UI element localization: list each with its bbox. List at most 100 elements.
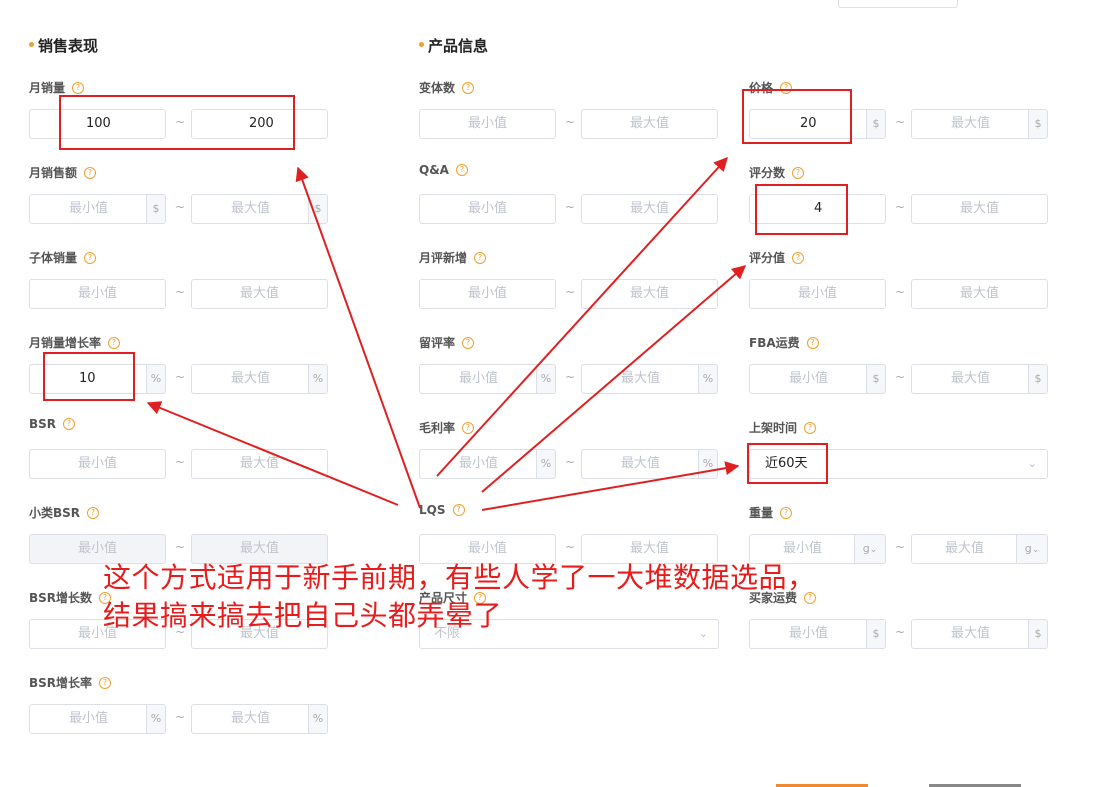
range-tilde: ~: [895, 200, 906, 214]
help-icon[interactable]: ?: [804, 421, 817, 434]
help-icon[interactable]: ?: [452, 503, 465, 516]
qa-min-input[interactable]: 最小值: [419, 194, 556, 224]
dollar-unit: $: [866, 620, 885, 648]
price-max-input[interactable]: 最大值 $: [911, 109, 1048, 139]
rating-count-max-input[interactable]: 最大值: [911, 194, 1048, 224]
label-fba-fee: FBA运费?: [749, 334, 819, 351]
label-listing-time: 上架时间?: [749, 419, 817, 436]
fba-fee-max-input[interactable]: 最大值 $: [911, 364, 1048, 394]
help-icon[interactable]: ?: [806, 336, 819, 349]
percent-unit: %: [698, 365, 717, 393]
help-icon[interactable]: ?: [780, 506, 793, 519]
review-retention-min-input[interactable]: 最小值%: [419, 364, 556, 394]
help-icon[interactable]: ?: [462, 81, 475, 94]
label-text: 子体销量: [29, 251, 78, 265]
placeholder: 最大值: [944, 541, 984, 556]
label-text: 月销量增长率: [29, 336, 102, 350]
percent-unit: %: [146, 365, 165, 393]
percent-unit: %: [308, 705, 327, 733]
label-rating-value: 评分值?: [749, 249, 805, 266]
help-icon[interactable]: ?: [72, 81, 85, 94]
label-text: 月评新增: [419, 251, 468, 265]
help-icon[interactable]: ?: [792, 166, 805, 179]
gram-unit: g: [1024, 542, 1032, 555]
review-retention-max-input[interactable]: 最大值%: [581, 364, 718, 394]
help-icon[interactable]: ?: [462, 421, 475, 434]
label-text: 重量: [749, 506, 774, 520]
label-text: 月销量: [29, 81, 66, 95]
highlight-box-rating-count: [755, 184, 848, 235]
help-icon[interactable]: ?: [108, 336, 121, 349]
help-icon[interactable]: ?: [87, 506, 100, 519]
weight-unit-select[interactable]: g⌄: [854, 535, 885, 563]
range-tilde: ~: [895, 625, 906, 639]
label-review-retention: 留评率?: [419, 334, 475, 351]
help-icon[interactable]: ?: [474, 251, 487, 264]
annotation-text-line1: 这个方式适用于新手前期，有些人学了一大堆数据选品，: [103, 561, 816, 594]
dollar-unit: $: [1028, 365, 1047, 393]
range-tilde: ~: [895, 285, 906, 299]
top-select-partial[interactable]: [838, 0, 958, 8]
monthly-revenue-max-input[interactable]: 最大值 $: [191, 194, 328, 224]
section-title-product-text: 产品信息: [428, 37, 489, 55]
label-gross-margin: 毛利率?: [419, 419, 475, 436]
placeholder: 最大值: [620, 456, 660, 471]
range-tilde: ~: [895, 540, 906, 554]
highlight-box-sales-growth: [43, 352, 135, 401]
help-icon[interactable]: ?: [99, 676, 112, 689]
monthly-new-reviews-max-input[interactable]: 最大值: [581, 279, 718, 309]
range-tilde: ~: [175, 285, 186, 299]
bsr-growth-rate-min-input[interactable]: 最小值%: [29, 704, 166, 734]
range-tilde: ~: [895, 370, 906, 384]
child-sales-max-input[interactable]: 最大值: [191, 279, 328, 309]
placeholder: 最小值: [788, 626, 828, 641]
chevron-down-icon: ⌄: [698, 627, 708, 640]
label-text: BSR增长率: [29, 676, 93, 690]
qa-max-input[interactable]: 最大值: [581, 194, 718, 224]
help-icon[interactable]: ?: [63, 417, 76, 430]
variants-max-input[interactable]: 最大值: [581, 109, 718, 139]
label-text: 月销售额: [29, 166, 78, 180]
placeholder: 最大值: [950, 371, 990, 386]
chevron-down-icon: ⌄: [869, 545, 878, 555]
weight-max-input[interactable]: 最大值 g⌄: [911, 534, 1048, 564]
label-text: Q&A: [419, 163, 449, 177]
help-icon[interactable]: ?: [462, 336, 475, 349]
annotation-text-line2: 结果搞来搞去把自己头都弄晕了: [103, 599, 503, 632]
fba-fee-min-input[interactable]: 最小值 $: [749, 364, 886, 394]
bsr-max-input[interactable]: 最大值: [191, 449, 328, 479]
monthly-new-reviews-min-input[interactable]: 最小值: [419, 279, 556, 309]
buyer-shipping-max-input[interactable]: 最大值 $: [911, 619, 1048, 649]
dollar-unit: $: [1028, 620, 1047, 648]
child-sales-min-input[interactable]: 最小值: [29, 279, 166, 309]
buyer-shipping-min-input[interactable]: 最小值 $: [749, 619, 886, 649]
help-icon[interactable]: ?: [792, 251, 805, 264]
percent-unit: %: [698, 450, 717, 478]
placeholder: 最小值: [68, 201, 108, 216]
label-monthly-sales: 月销量?: [29, 79, 85, 96]
highlight-box-monthly-sales: [59, 95, 295, 150]
label-monthly-revenue: 月销售额?: [29, 164, 97, 181]
placeholder: 最大值: [950, 626, 990, 641]
gross-margin-min-input[interactable]: 最小值%: [419, 449, 556, 479]
rating-value-max-input[interactable]: 最大值: [911, 279, 1048, 309]
range-tilde: ~: [175, 455, 186, 469]
label-sales-growth: 月销量增长率?: [29, 334, 121, 351]
bsr-growth-rate-max-input[interactable]: 最大值%: [191, 704, 328, 734]
help-icon[interactable]: ?: [455, 163, 468, 176]
gross-margin-max-input[interactable]: 最大值%: [581, 449, 718, 479]
label-sub-bsr: 小类BSR?: [29, 504, 100, 521]
sales-growth-max-input[interactable]: 最大值%: [191, 364, 328, 394]
monthly-revenue-min-input[interactable]: 最小值 $: [29, 194, 166, 224]
label-child-sales: 子体销量?: [29, 249, 97, 266]
dollar-unit: $: [146, 195, 165, 223]
range-tilde: ~: [175, 200, 186, 214]
help-icon[interactable]: ?: [84, 166, 97, 179]
range-tilde: ~: [565, 455, 576, 469]
dollar-unit: $: [866, 365, 885, 393]
variants-min-input[interactable]: 最小值: [419, 109, 556, 139]
bsr-min-input[interactable]: 最小值: [29, 449, 166, 479]
help-icon[interactable]: ?: [84, 251, 97, 264]
weight-unit-select[interactable]: g⌄: [1016, 535, 1047, 563]
rating-value-min-input[interactable]: 最小值: [749, 279, 886, 309]
